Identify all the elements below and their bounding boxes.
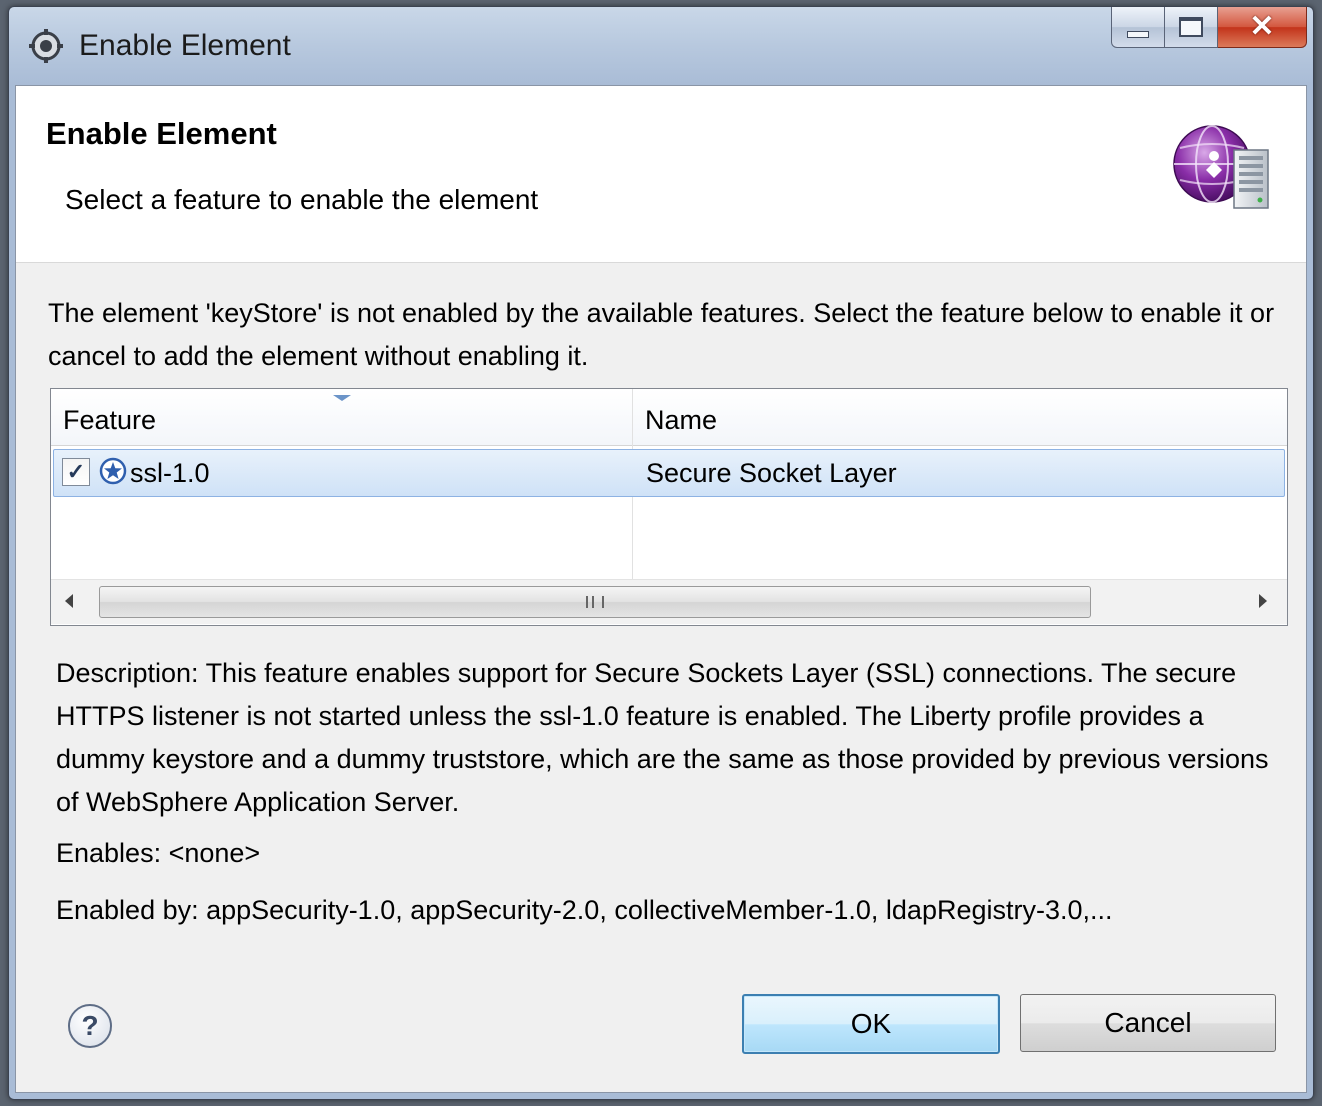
feature-description: Description: This feature enables suppor…	[56, 658, 1269, 817]
dialog-window: Enable Element ✕ Enable Element Select a…	[8, 6, 1314, 1100]
sort-indicator-icon	[333, 395, 351, 401]
window-controls: ✕	[1111, 7, 1307, 49]
table-row[interactable]: ✓ ssl-1.0 Secure Socket Layer	[53, 449, 1285, 497]
close-button[interactable]: ✕	[1218, 7, 1307, 48]
enables-text: Enables: <none>	[56, 838, 261, 868]
enabled-by-text: Enabled by: appSecurity-1.0, appSecurity…	[56, 895, 1113, 925]
feature-table[interactable]: Feature Name ✓ ssl-1.0 Secure Socket Lay…	[50, 388, 1288, 626]
minimize-icon	[1127, 30, 1149, 38]
websphere-server-icon	[1173, 125, 1269, 209]
maximize-button[interactable]	[1165, 7, 1218, 48]
name-cell: Secure Socket Layer	[646, 458, 897, 488]
maximize-icon	[1179, 17, 1203, 37]
banner-title: Enable Element	[46, 116, 277, 151]
scroll-right-icon[interactable]	[1259, 594, 1267, 608]
intro-message: The element 'keyStore' is not enabled by…	[48, 298, 1275, 371]
scroll-thumb[interactable]	[99, 586, 1091, 618]
feature-star-icon	[99, 457, 127, 485]
header-banner: Enable Element Select a feature to enabl…	[16, 86, 1306, 263]
title-bar[interactable]: Enable Element ✕	[9, 7, 1313, 87]
gear-icon	[29, 29, 63, 63]
table-header: Feature Name	[51, 389, 1287, 446]
minimize-button[interactable]	[1111, 7, 1165, 48]
cancel-button[interactable]: Cancel	[1020, 994, 1276, 1052]
grip-icon	[586, 596, 604, 608]
dialog-body: Enable Element Select a feature to enabl…	[15, 85, 1307, 1093]
feature-checkbox[interactable]: ✓	[62, 458, 90, 486]
feature-cell: ssl-1.0	[130, 458, 210, 488]
banner-subtitle: Select a feature to enable the element	[65, 184, 539, 215]
help-button[interactable]: ?	[68, 1004, 112, 1048]
column-header-name[interactable]: Name	[645, 389, 1275, 445]
close-icon: ✕	[1249, 10, 1275, 43]
window-title: Enable Element	[79, 29, 291, 62]
ok-button[interactable]: OK	[742, 994, 1000, 1054]
scroll-left-icon[interactable]	[65, 594, 73, 608]
horizontal-scrollbar[interactable]	[51, 579, 1287, 624]
